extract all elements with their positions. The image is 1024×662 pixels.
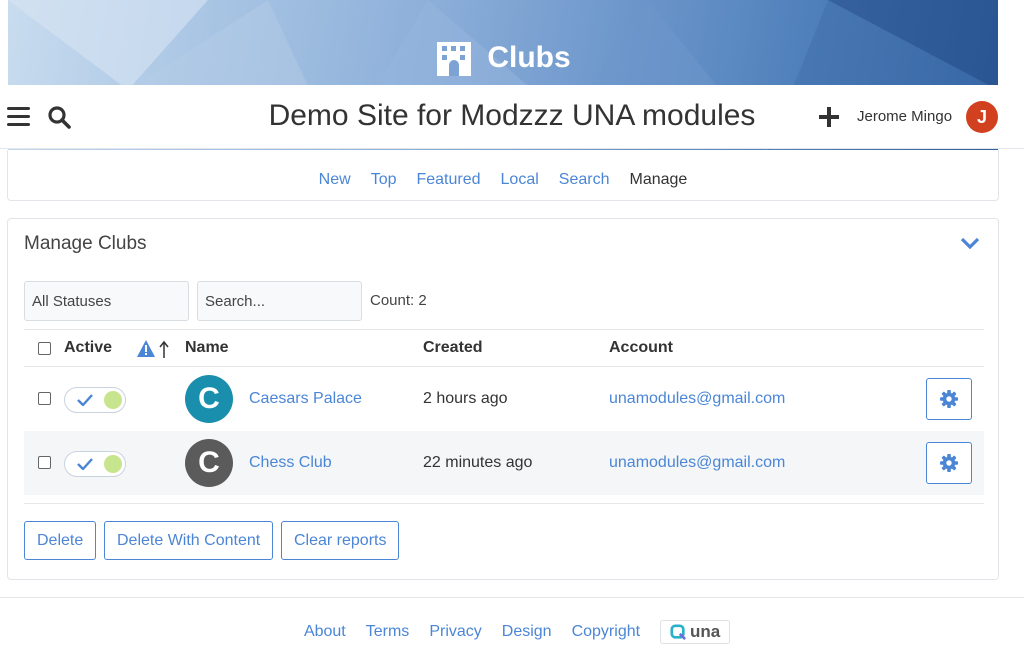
column-account[interactable]: Account [609, 339, 673, 357]
site-header: Demo Site for Modzzz UNA modules Jerome … [0, 85, 1024, 149]
footer-about[interactable]: About [304, 623, 346, 641]
created-time: 22 minutes ago [423, 454, 533, 471]
created-time: 2 hours ago [423, 390, 508, 407]
footer-copyright[interactable]: Copyright [572, 623, 640, 641]
footer-design[interactable]: Design [502, 623, 552, 641]
manage-clubs-panel: Manage Clubs All Statuses Count: 2 Activ… [7, 218, 999, 580]
user-avatar[interactable]: J [966, 101, 998, 133]
select-all-checkbox[interactable] [38, 342, 51, 355]
submenu-search[interactable]: Search [559, 171, 610, 189]
club-thumbnail[interactable]: C [185, 439, 233, 487]
clear-reports-button[interactable]: Clear reports [281, 521, 400, 560]
table-header: Active Name Created Account [24, 329, 984, 367]
active-toggle[interactable] [64, 387, 126, 413]
column-active[interactable]: Active [64, 339, 112, 357]
settings-button[interactable] [926, 442, 972, 484]
submenu-manage[interactable]: Manage [629, 171, 687, 189]
account-link[interactable]: unamodules@gmail.com [609, 390, 785, 408]
delete-with-content-button[interactable]: Delete With Content [104, 521, 274, 560]
gear-icon [940, 390, 958, 408]
check-icon [77, 458, 93, 470]
active-toggle[interactable] [64, 451, 126, 477]
club-thumbnail[interactable]: C [185, 375, 233, 423]
footer-terms[interactable]: Terms [366, 623, 410, 641]
column-name[interactable]: Name [185, 339, 229, 357]
settings-button[interactable] [926, 378, 972, 420]
footer-divider [0, 597, 1024, 598]
una-logo-text: una [689, 622, 721, 641]
hamburger-menu-icon[interactable] [7, 107, 30, 127]
table-row: C Chess Club 22 minutes ago unamodules@g… [24, 431, 984, 495]
delete-button[interactable]: Delete [24, 521, 97, 560]
club-name-link[interactable]: Chess Club [249, 454, 332, 472]
cover-title: Clubs [8, 40, 998, 76]
row-checkbox[interactable] [38, 456, 51, 469]
clubs-table: Active Name Created Account C Caesars Pa… [24, 329, 984, 504]
user-name[interactable]: Jerome Mingo [857, 108, 952, 125]
submenu-top[interactable]: Top [371, 171, 397, 189]
cover-title-text: Clubs [487, 41, 571, 74]
footer: About Terms Privacy Design Copyright una [0, 620, 1024, 644]
club-name-link[interactable]: Caesars Palace [249, 390, 362, 408]
site-title[interactable]: Demo Site for Modzzz UNA modules [269, 99, 756, 132]
row-checkbox[interactable] [38, 392, 51, 405]
chevron-down-icon[interactable] [960, 235, 980, 251]
status-filter-select[interactable]: All Statuses [24, 281, 189, 321]
plus-icon[interactable] [818, 106, 840, 128]
count-label: Count: 2 [370, 292, 427, 309]
submenu: New Top Featured Local Search Manage [7, 150, 999, 201]
building-icon [437, 42, 472, 76]
search-input[interactable] [197, 281, 362, 321]
account-link[interactable]: unamodules@gmail.com [609, 454, 785, 472]
search-icon[interactable] [47, 105, 71, 129]
una-logo-icon [670, 624, 686, 640]
submenu-local[interactable]: Local [501, 171, 539, 189]
gear-icon [940, 454, 958, 472]
submenu-new[interactable]: New [319, 171, 351, 189]
warning-sort-icon[interactable] [137, 339, 171, 359]
footer-privacy[interactable]: Privacy [429, 623, 481, 641]
column-created[interactable]: Created [423, 339, 483, 357]
table-divider [24, 503, 984, 504]
submenu-featured[interactable]: Featured [416, 171, 480, 189]
una-logo[interactable]: una [660, 620, 731, 644]
table-row: C Caesars Palace 2 hours ago unamodules@… [24, 367, 984, 431]
panel-title: Manage Clubs [24, 233, 147, 254]
check-icon [77, 394, 93, 406]
